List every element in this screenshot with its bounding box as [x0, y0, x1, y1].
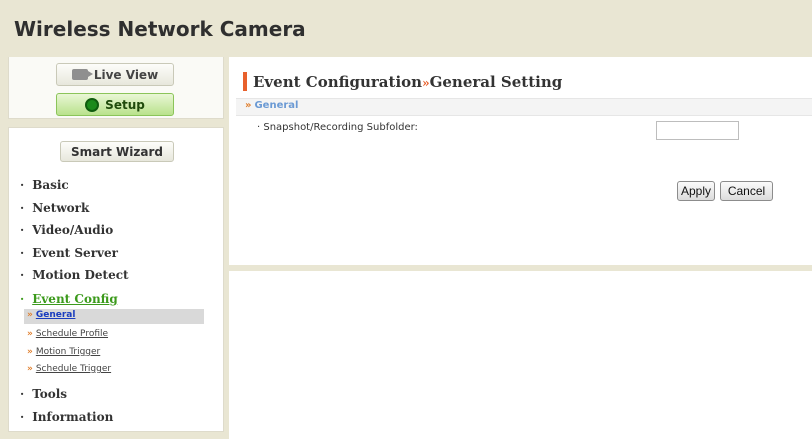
- menu-bullet: ·: [20, 201, 25, 215]
- page-title-separator: »: [422, 76, 430, 90]
- live-view-button[interactable]: Live View: [56, 63, 174, 86]
- sidebar-divider: [0, 119, 229, 127]
- page-title: Event Configuration»General Setting: [253, 73, 562, 91]
- submenu-item-label: Schedule Profile: [35, 329, 109, 339]
- menu-item-label: Network: [32, 201, 90, 215]
- page-title-part2: General Setting: [429, 73, 563, 91]
- menu-item-event-server[interactable]: · Event Server: [20, 246, 118, 260]
- menu-item-event-config[interactable]: · Event Config: [20, 292, 118, 306]
- submenu-item-label: Schedule Trigger: [35, 364, 112, 374]
- menu-item-label: Event Server: [32, 246, 118, 260]
- sidebar-left-border: [0, 57, 8, 439]
- menu-item-information[interactable]: · Information: [20, 410, 113, 424]
- menu-item-label: Video/Audio: [32, 223, 114, 237]
- menu-item-label: Event Config: [32, 292, 118, 306]
- menu-item-label: Tools: [32, 387, 68, 401]
- submenu-item-schedule-trigger[interactable]: » Schedule Trigger: [27, 364, 111, 374]
- section-header-bar: [236, 98, 812, 116]
- submenu-item-label: Motion Trigger: [35, 347, 101, 357]
- menu-bullet: ·: [20, 410, 25, 424]
- menu-item-basic[interactable]: · Basic: [20, 178, 69, 192]
- app-header: Wireless Network Camera: [0, 0, 812, 57]
- submenu-arrow-icon: »: [27, 329, 33, 339]
- submenu-item-schedule-profile[interactable]: » Schedule Profile: [27, 329, 108, 339]
- menu-bullet: ·: [20, 387, 25, 401]
- live-view-label: Live View: [93, 67, 159, 82]
- smart-wizard-button[interactable]: Smart Wizard: [60, 141, 174, 162]
- submenu-arrow-icon: »: [27, 347, 33, 357]
- submenu-arrow-icon: »: [27, 310, 33, 320]
- menu-bullet: ·: [20, 268, 25, 282]
- menu-item-label: Motion Detect: [32, 268, 129, 282]
- setup-icon: [85, 97, 100, 112]
- setup-label: Setup: [105, 97, 145, 112]
- submenu-item-label: General: [35, 310, 76, 320]
- menu-item-tools[interactable]: · Tools: [20, 387, 67, 401]
- apply-button[interactable]: Apply: [677, 181, 715, 201]
- menu-bullet: ·: [20, 223, 25, 237]
- content-footer: [229, 265, 812, 271]
- setup-button[interactable]: Setup: [56, 93, 174, 116]
- camera-icon: [71, 69, 93, 80]
- menu-item-network[interactable]: · Network: [20, 201, 89, 215]
- menu-item-label: Information: [32, 410, 114, 424]
- subfolder-input[interactable]: [656, 121, 739, 140]
- submenu-arrow-icon: »: [27, 364, 33, 374]
- section-header-label: General: [254, 100, 299, 111]
- menu-item-video-audio[interactable]: · Video/Audio: [20, 223, 113, 237]
- app-title: Wireless Network Camera: [14, 17, 306, 41]
- cancel-button[interactable]: Cancel: [720, 181, 773, 201]
- submenu-item-motion-trigger[interactable]: » Motion Trigger: [27, 347, 100, 357]
- sidebar-footer: [0, 432, 229, 439]
- section-arrow-icon: »: [245, 100, 252, 111]
- menu-item-motion-detect[interactable]: · Motion Detect: [20, 268, 129, 282]
- menu-bullet: ·: [20, 292, 25, 306]
- menu-bullet: ·: [20, 246, 25, 260]
- page-title-part1: Event Configuration: [253, 73, 423, 91]
- submenu-item-general[interactable]: » General: [24, 309, 204, 324]
- subfolder-label: · Snapshot/Recording Subfolder:: [257, 122, 418, 133]
- menu-bullet: ·: [20, 178, 25, 192]
- menu-item-label: Basic: [32, 178, 69, 192]
- page-title-accent: [243, 72, 247, 91]
- section-header: » General: [245, 100, 298, 111]
